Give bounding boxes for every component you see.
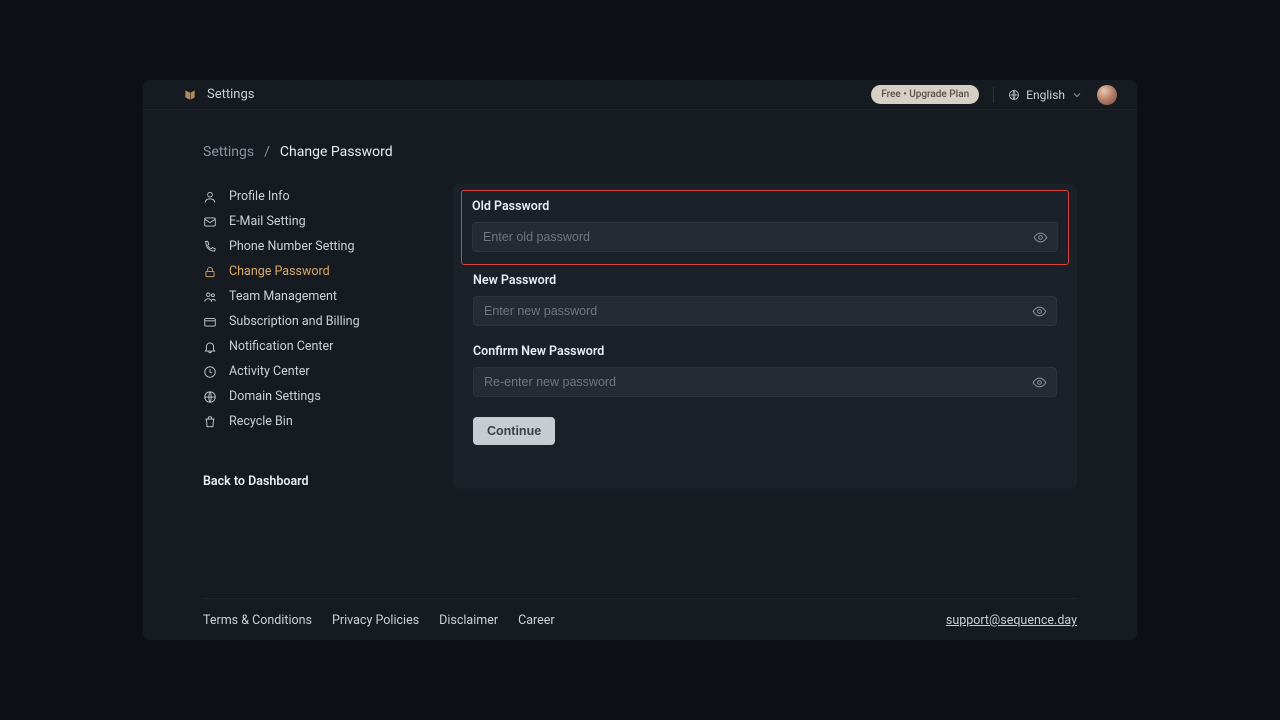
lock-icon [203,265,217,279]
sidebar-item-label: Phone Number Setting [229,239,354,254]
topbar-title: Settings [207,87,254,102]
confirm-password-input[interactable] [473,367,1057,397]
confirm-password-input-wrap [473,367,1057,397]
columns: Profile Info E-Mail Setting Phone Number… [203,184,1077,489]
old-password-input-wrap [472,222,1058,252]
topbar: Settings Free • Upgrade Plan English [143,80,1137,110]
app-logo-icon [183,88,197,102]
sidebar-item-label: Team Management [229,289,337,304]
footer: Terms & Conditions Privacy Policies Disc… [203,598,1077,628]
upgrade-plan-button[interactable]: Free • Upgrade Plan [871,85,979,104]
sidebar-item-label: Recycle Bin [229,414,293,429]
eye-icon[interactable] [1032,304,1047,319]
topbar-right: Free • Upgrade Plan English [871,85,1117,105]
old-password-input[interactable] [472,222,1058,252]
footer-terms-link[interactable]: Terms & Conditions [203,613,312,628]
language-selector[interactable]: English [1008,88,1083,102]
settings-window: Settings Free • Upgrade Plan English Set… [143,80,1137,640]
new-password-input[interactable] [473,296,1057,326]
sidebar-item-email-setting[interactable]: E-Mail Setting [203,209,403,234]
continue-button[interactable]: Continue [473,417,555,445]
new-password-group: New Password [463,265,1067,336]
sidebar-item-label: Activity Center [229,364,310,379]
support-email-link[interactable]: support@sequence.day [946,613,1077,628]
globe-icon [203,390,217,404]
clock-icon [203,365,217,379]
footer-disclaimer-link[interactable]: Disclaimer [439,613,498,628]
billing-icon [203,315,217,329]
users-icon [203,290,217,304]
sidebar-item-label: Notification Center [229,339,333,354]
sidebar-item-activity-center[interactable]: Activity Center [203,359,403,384]
avatar[interactable] [1097,85,1117,105]
sidebar: Profile Info E-Mail Setting Phone Number… [203,184,403,489]
phone-icon [203,240,217,254]
sidebar-item-change-password[interactable]: Change Password [203,259,403,284]
new-password-label: New Password [473,273,1057,288]
breadcrumb-root[interactable]: Settings [203,144,254,160]
breadcrumb-current: Change Password [280,144,393,160]
bell-icon [203,340,217,354]
old-password-group: Old Password [461,190,1069,265]
sidebar-item-label: Domain Settings [229,389,321,404]
topbar-left: Settings [183,87,254,102]
back-to-dashboard-link[interactable]: Back to Dashboard [203,474,403,489]
confirm-password-group: Confirm New Password [463,336,1067,407]
sidebar-item-team-management[interactable]: Team Management [203,284,403,309]
trash-icon [203,415,217,429]
language-label: English [1026,88,1065,102]
new-password-input-wrap [473,296,1057,326]
sidebar-item-label: Profile Info [229,189,290,204]
body: Settings / Change Password Profile Info … [143,110,1137,640]
sidebar-item-label: E-Mail Setting [229,214,306,229]
breadcrumb: Settings / Change Password [203,144,1077,160]
chevron-down-icon [1071,89,1083,101]
footer-privacy-link[interactable]: Privacy Policies [332,613,419,628]
breadcrumb-separator: / [264,144,270,160]
sidebar-item-subscription-billing[interactable]: Subscription and Billing [203,309,403,334]
user-icon [203,190,217,204]
eye-icon[interactable] [1032,375,1047,390]
old-password-label: Old Password [472,199,1058,214]
footer-career-link[interactable]: Career [518,613,555,628]
sidebar-item-phone-setting[interactable]: Phone Number Setting [203,234,403,259]
sidebar-item-profile-info[interactable]: Profile Info [203,184,403,209]
confirm-password-label: Confirm New Password [473,344,1057,359]
sidebar-item-label: Change Password [229,264,330,279]
sidebar-item-recycle-bin[interactable]: Recycle Bin [203,409,403,434]
change-password-panel: Old Password New Password Confirm New Pa… [453,184,1077,489]
sidebar-item-label: Subscription and Billing [229,314,360,329]
divider [993,87,994,103]
globe-icon [1008,89,1020,101]
sidebar-item-domain-settings[interactable]: Domain Settings [203,384,403,409]
eye-icon[interactable] [1033,230,1048,245]
footer-links: Terms & Conditions Privacy Policies Disc… [203,613,555,628]
sidebar-item-notification-center[interactable]: Notification Center [203,334,403,359]
mail-icon [203,215,217,229]
